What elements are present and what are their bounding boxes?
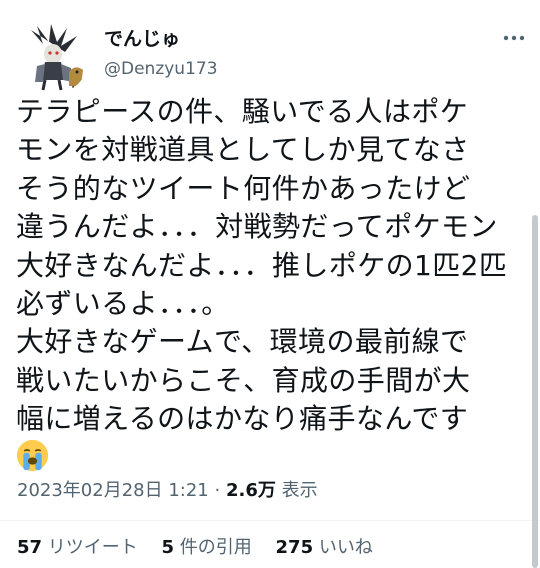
likes-stat[interactable]: 275 いいね — [276, 537, 373, 559]
retweets-label: リツイート — [47, 537, 138, 558]
quotes-count: 5 — [161, 537, 175, 558]
avatar[interactable] — [17, 22, 89, 94]
tweet-meta: 2023年02月28日 1:21 · 2.6万 表示 — [17, 480, 318, 502]
views-count: 2.6万 — [225, 480, 276, 501]
tweet-text: テラピースの件、騒いでる人はポケ モンを対戦道具としてしか見てなさ そう的なツイ… — [16, 93, 531, 478]
avatar-image — [31, 24, 83, 93]
loudly-crying-face-icon — [16, 439, 49, 472]
tweet-line: モンを対戦道具としてしか見てなさ — [16, 133, 470, 167]
views-label: 表示 — [281, 480, 318, 501]
tweet-line: 大好きなゲームで、環境の最前線で — [16, 325, 469, 359]
tweet-line: 幅に増えるのはかなり痛手なんです — [16, 402, 469, 436]
more-options-button[interactable] — [500, 28, 528, 48]
tweet-line: 戦いたいからこそ、育成の手間が大 — [16, 363, 471, 397]
tweet-line: 大好きなんだよ．．．推しポケの1匹2匹 — [16, 248, 508, 282]
meta-separator: · — [214, 480, 221, 501]
user-handle[interactable]: @Denzyu173 — [104, 59, 218, 79]
tweet-timestamp[interactable]: 2023年02月28日 1:21 — [17, 480, 209, 501]
likes-count: 275 — [275, 537, 314, 558]
engagement-stats: 57 リツイート 5 件の引用 275 いいね — [17, 537, 373, 559]
tweet-line: そう的なツイート何件かあったけど — [16, 171, 471, 205]
scrollbar[interactable] — [532, 215, 538, 568]
divider — [0, 520, 540, 521]
likes-label: いいね — [318, 537, 373, 558]
retweets-count: 57 — [17, 537, 43, 558]
tweet-line: 違うんだよ．．．対戦勢だってポケモン — [16, 210, 498, 244]
retweets-stat[interactable]: 57 リツイート — [17, 537, 138, 559]
more-dots-icon — [503, 35, 525, 41]
quotes-stat[interactable]: 5 件の引用 — [162, 537, 252, 559]
tweet-line: テラピースの件、騒いでる人はポケ — [16, 95, 469, 128]
quotes-label: 件の引用 — [179, 537, 252, 558]
tweet-detail: でんじゅ @Denzyu173 テラピースの件、騒いでる人はポケ モンを対戦道具… — [0, 0, 540, 568]
tweet-line: 必ずいるよ．．．。 — [16, 287, 230, 321]
display-name[interactable]: でんじゅ — [104, 28, 180, 50]
